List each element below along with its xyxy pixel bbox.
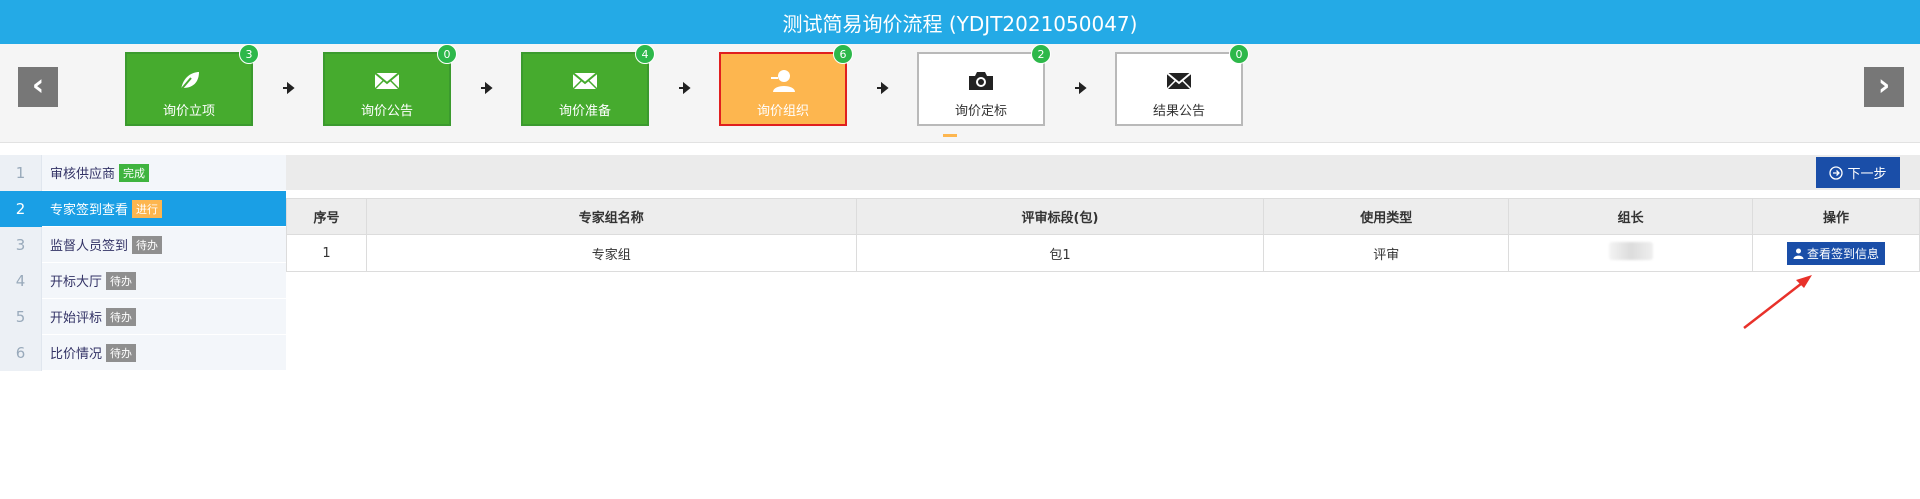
- page-title: 测试简易询价流程 (YDJT2021050047): [782, 11, 1138, 36]
- expert-group-table: 序号 专家组名称 评审标段(包) 使用类型 组长 操作 1 专家组 包1 评审 …: [286, 198, 1920, 272]
- sidebar-item-start-evaluation[interactable]: 5 开始评标 待办: [0, 298, 286, 335]
- step-count-badge: 3: [239, 44, 259, 64]
- step-label: 询价立项: [162, 104, 215, 119]
- cell-action: 查看签到信息: [1752, 234, 1920, 272]
- cell-usage-type: 评审: [1263, 234, 1510, 272]
- status-badge: 待办: [106, 307, 137, 326]
- sidebar-item-number: 6: [0, 334, 42, 371]
- sidebar-item-expert-signin[interactable]: 2 专家签到查看 进行: [0, 190, 286, 227]
- column-header-usage-type: 使用类型: [1263, 198, 1510, 235]
- step-label: 询价公告: [360, 104, 413, 119]
- step-count-badge: 0: [437, 44, 457, 64]
- leaf-icon: [178, 72, 199, 93]
- annotation-arrow-icon: [1743, 275, 1812, 329]
- camera-icon: [969, 72, 993, 90]
- arrow-right-icon: [1075, 81, 1087, 95]
- cell-segment: 包1: [855, 234, 1265, 272]
- sidebar-item-label: 审核供应商: [50, 167, 116, 182]
- cell-index: 1: [286, 234, 367, 272]
- next-step-button[interactable]: 下一步: [1816, 157, 1900, 188]
- next-step-label: 下一步: [1847, 167, 1887, 182]
- sidebar-item-supervisor-signin[interactable]: 3 监督人员签到 待办: [0, 226, 286, 263]
- sidebar-item-number: 1: [0, 154, 42, 191]
- status-badge: 待办: [106, 343, 137, 362]
- substep-sidebar: 1 审核供应商 完成 2 专家签到查看 进行 3 监督人员签到 待办 4 开标大…: [0, 154, 286, 371]
- step-count-badge: 0: [1229, 44, 1249, 64]
- next-step-arrow-button[interactable]: ›: [1864, 67, 1904, 107]
- prev-step-button[interactable]: ‹: [18, 67, 58, 107]
- step-inquiry-preparation[interactable]: 询价准备 4: [521, 44, 655, 126]
- step-inquiry-award[interactable]: 询价定标 2: [917, 44, 1051, 126]
- sidebar-item-number: 4: [0, 262, 42, 299]
- sidebar-item-review-suppliers[interactable]: 1 审核供应商 完成: [0, 154, 286, 191]
- step-inquiry-project[interactable]: 询价立项 3: [125, 44, 259, 126]
- sidebar-item-label: 专家签到查看: [50, 203, 129, 218]
- arrow-right-icon: [877, 81, 889, 95]
- envelope-icon: [572, 72, 598, 90]
- sidebar-item-label: 开标大厅: [50, 275, 103, 290]
- step-inquiry-notice[interactable]: 询价公告 0: [323, 44, 457, 126]
- sidebar-item-number: 5: [0, 298, 42, 335]
- view-signin-info-button[interactable]: 查看签到信息: [1787, 241, 1886, 265]
- chevron-right-icon: ›: [1877, 68, 1891, 103]
- title-bar: 测试简易询价流程 (YDJT2021050047): [0, 0, 1920, 44]
- sidebar-item-price-comparison[interactable]: 6 比价情况 待办: [0, 334, 286, 371]
- step-label: 询价准备: [558, 104, 611, 119]
- status-badge: 待办: [132, 235, 163, 254]
- cell-group-name: 专家组: [365, 234, 857, 272]
- chevron-left-icon: ‹: [31, 68, 45, 103]
- step-count-badge: 2: [1031, 44, 1051, 64]
- user-icon: [771, 70, 795, 92]
- step-result-notice[interactable]: 结果公告 0: [1115, 44, 1249, 126]
- step-label: 询价定标: [954, 104, 1007, 119]
- column-header-group-name: 专家组名称: [365, 198, 857, 235]
- sidebar-item-bid-opening-hall[interactable]: 4 开标大厅 待办: [0, 262, 286, 299]
- cell-leader: [1508, 234, 1754, 272]
- active-step-indicator: [943, 134, 957, 137]
- content-toolbar: 下一步: [286, 155, 1920, 190]
- table-row: 1 专家组 包1 评审 查看签到信息: [286, 234, 1920, 272]
- sidebar-item-number: 2: [0, 190, 42, 227]
- circle-arrow-right-icon: [1829, 165, 1844, 180]
- arrow-right-icon: [679, 81, 691, 95]
- step-count-badge: 6: [833, 44, 853, 64]
- column-header-index: 序号: [286, 198, 367, 235]
- arrow-right-icon: [481, 81, 493, 95]
- sidebar-item-label: 开始评标: [50, 311, 103, 326]
- table-header-row: 序号 专家组名称 评审标段(包) 使用类型 组长 操作: [286, 198, 1920, 235]
- status-badge: 完成: [119, 163, 150, 182]
- step-label: 结果公告: [1152, 104, 1205, 119]
- arrow-right-icon: [283, 81, 295, 95]
- status-badge: 待办: [106, 271, 137, 290]
- sidebar-item-label: 监督人员签到: [50, 239, 129, 254]
- step-label: 询价组织: [756, 104, 809, 119]
- redacted-leader-name: [1608, 242, 1653, 260]
- envelope-icon: [1166, 72, 1192, 90]
- user-icon: [1793, 248, 1804, 259]
- process-steps-bar: ‹ 询价立项 3 询价公告 0 询价准备 4 询价组织 6 询价定标 2 结果公…: [0, 44, 1920, 143]
- sidebar-item-number: 3: [0, 226, 42, 263]
- column-header-action: 操作: [1752, 198, 1920, 235]
- envelope-icon: [374, 72, 400, 90]
- column-header-leader: 组长: [1508, 198, 1754, 235]
- step-count-badge: 4: [635, 44, 655, 64]
- status-badge: 进行: [132, 199, 163, 218]
- view-signin-info-label: 查看签到信息: [1807, 246, 1880, 261]
- step-inquiry-organization[interactable]: 询价组织 6: [719, 44, 853, 126]
- sidebar-item-label: 比价情况: [50, 347, 103, 362]
- column-header-segment: 评审标段(包): [855, 198, 1265, 235]
